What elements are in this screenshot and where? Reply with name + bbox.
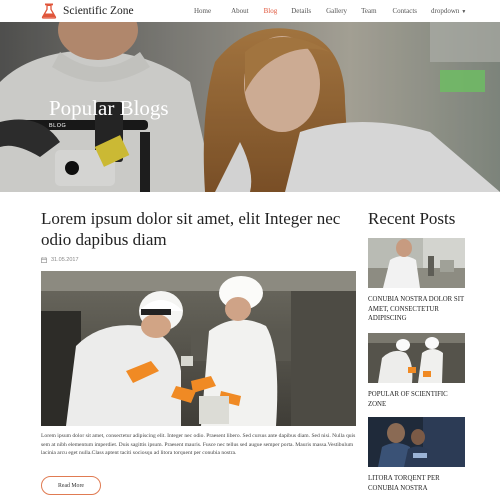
nav-item-home[interactable]: Home xyxy=(194,7,211,15)
post-date: 31.05.2017 xyxy=(51,257,79,263)
nav-item-gallery[interactable]: Gallery xyxy=(326,7,347,15)
recent-post-title[interactable]: POPULAR OF SCIENTIFIC ZONE xyxy=(368,390,465,409)
post-excerpt: Lorem ipsum dolor sit amet, consectetur … xyxy=(41,433,356,457)
nav-item-details[interactable]: Details xyxy=(291,7,311,15)
recent-post-image xyxy=(368,238,465,288)
breadcrumb[interactable]: BLOG xyxy=(49,123,66,129)
recent-posts-heading: Recent Posts xyxy=(368,209,456,228)
nav-item-team[interactable]: Team xyxy=(361,7,376,15)
recent-post-title[interactable]: LITORA TORQENT PER CONUBIA NOSTRA xyxy=(368,474,465,493)
top-navbar: Scientific Zone Home About Blog Details … xyxy=(0,0,500,22)
hero-banner: Popular Blogs BLOG xyxy=(0,22,500,192)
recent-post-item[interactable]: CONUBIA NOSTRA DOLOR SIT AMET, CONSECTET… xyxy=(368,238,465,324)
flask-icon xyxy=(41,3,57,19)
recent-post-image xyxy=(368,417,465,467)
read-more-button[interactable]: Read More xyxy=(41,476,101,495)
nav-item-about[interactable]: About xyxy=(231,7,249,15)
calendar-icon xyxy=(41,257,47,263)
workers-photo xyxy=(41,271,356,426)
post-meta: 31.05.2017 xyxy=(41,257,79,263)
recent-post-image xyxy=(368,333,465,383)
brand-name: Scientific Zone xyxy=(63,5,134,17)
main-nav: Home About Blog Details Gallery Team Con… xyxy=(194,0,466,22)
brand[interactable]: Scientific Zone xyxy=(41,3,134,19)
post-title[interactable]: Lorem ipsum dolor sit amet, elit Integer… xyxy=(41,208,361,250)
post-image[interactable] xyxy=(41,271,356,426)
caret-down-icon: ▼ xyxy=(461,10,467,15)
nav-item-dropdown[interactable]: dropdown ▼ xyxy=(431,7,466,15)
nav-item-blog[interactable]: Blog xyxy=(264,7,278,15)
recent-post-item[interactable]: POPULAR OF SCIENTIFIC ZONE xyxy=(368,333,465,409)
nav-dropdown-label: dropdown xyxy=(431,7,460,15)
hero-title: Popular Blogs xyxy=(49,96,169,120)
recent-post-item[interactable]: LITORA TORQENT PER CONUBIA NOSTRA xyxy=(368,417,465,493)
recent-post-title[interactable]: CONUBIA NOSTRA DOLOR SIT AMET, CONSECTET… xyxy=(368,295,465,324)
nav-item-contacts[interactable]: Contacts xyxy=(393,7,418,15)
